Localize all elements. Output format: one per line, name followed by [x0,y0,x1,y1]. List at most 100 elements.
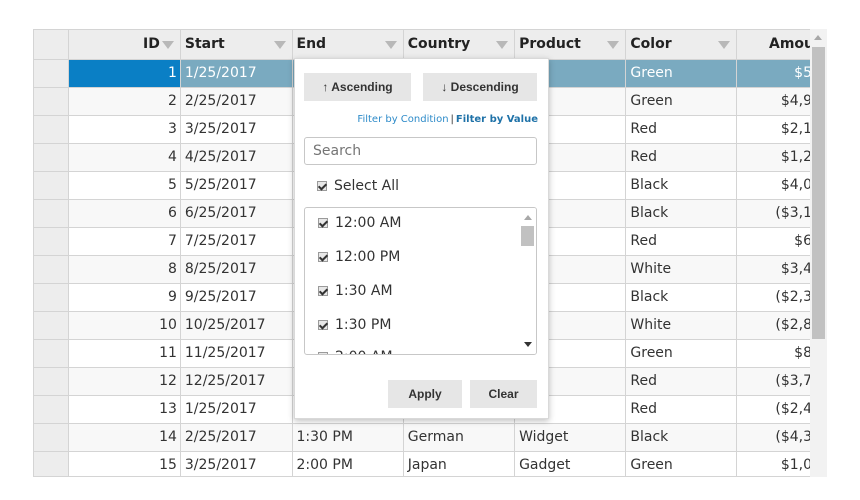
cell-amount[interactable]: $3,4 [736,255,817,284]
column-header-end[interactable]: End [292,30,404,60]
row-header[interactable] [34,339,70,368]
cell-start[interactable]: 9/25/2017 [180,283,293,312]
cell-color[interactable]: Green [625,339,738,368]
row-header[interactable] [34,451,70,476]
filter-values-list[interactable]: 12:00 AM 12:00 PM 1:30 AM 1:30 PM 2:00 A… [304,207,537,355]
apply-button[interactable]: Apply [388,380,462,408]
filter-value-item[interactable]: 12:00 PM [318,249,400,265]
cell-start[interactable]: 3/25/2017 [180,451,293,476]
filter-value-item[interactable]: 12:00 AM [318,215,401,231]
cell-amount[interactable]: $6 [736,227,817,256]
filter-by-value-link[interactable]: Filter by Value [456,114,538,125]
column-header-country[interactable]: Country [403,30,516,60]
cell-amount[interactable]: $2,1 [736,115,817,144]
row-header[interactable] [34,143,70,172]
cell-country[interactable]: Japan [403,451,516,476]
filter-icon[interactable] [273,41,286,49]
cell-amount[interactable]: $4,9 [736,87,817,116]
cell-color[interactable]: Red [625,367,738,396]
cell-start[interactable]: 10/25/2017 [180,311,293,340]
cell-id[interactable]: 8 [68,255,181,284]
filter-icon[interactable] [384,41,397,49]
cell-start[interactable]: 2/25/2017 [180,423,293,452]
checkbox-checked-icon[interactable] [318,320,328,330]
cell-start[interactable]: 1/25/2017 [180,395,293,424]
cell-color[interactable]: White [625,311,738,340]
table-row[interactable]: 14 2/25/2017 1:30 PM German Widget Black ($4,3 [34,423,826,452]
cell-color[interactable]: Black [625,423,738,452]
cell-color[interactable]: Red [625,115,738,144]
row-header[interactable] [34,115,70,144]
cell-end[interactable]: 2:00 PM [292,451,404,476]
checkbox-checked-icon[interactable] [318,218,328,228]
cell-id[interactable]: 10 [68,311,181,340]
filter-value-item[interactable]: 2:00 AM [318,349,393,354]
cell-id[interactable]: 14 [68,423,181,452]
row-header[interactable] [34,171,70,200]
row-header[interactable] [34,255,70,284]
cell-start[interactable]: 3/25/2017 [180,115,293,144]
cell-product[interactable]: Gadget [514,451,627,476]
row-header[interactable] [34,59,70,88]
cell-amount[interactable]: ($3,7 [736,367,817,396]
cell-id[interactable]: 6 [68,199,181,228]
cell-amount[interactable]: $1,0 [736,451,817,476]
row-header[interactable] [34,423,70,452]
cell-start[interactable]: 12/25/2017 [180,367,293,396]
cell-end[interactable]: 1:30 PM [292,423,404,452]
cell-amount[interactable]: ($2,8 [736,311,817,340]
cell-amount[interactable]: ($2,3 [736,283,817,312]
cell-color[interactable]: Red [625,227,738,256]
cell-amount[interactable]: ($4,3 [736,423,817,452]
cell-id[interactable]: 11 [68,339,181,368]
checkbox-checked-icon[interactable] [318,352,328,354]
cell-color[interactable]: Green [625,87,738,116]
cell-id[interactable]: 1 [68,59,181,88]
cell-start[interactable]: 5/25/2017 [180,171,293,200]
column-header-id[interactable]: ID [68,30,181,60]
cell-id[interactable]: 5 [68,171,181,200]
row-header[interactable] [34,367,70,396]
cell-color[interactable]: Red [625,143,738,172]
row-header[interactable] [34,283,70,312]
scroll-down-arrow-icon[interactable] [524,342,532,347]
cell-id[interactable]: 9 [68,283,181,312]
cell-start[interactable]: 1/25/2017 [180,59,293,88]
cell-amount[interactable]: ($3,1 [736,199,817,228]
checkbox-checked-icon[interactable] [318,252,328,262]
cell-amount[interactable]: $8 [736,339,817,368]
cell-color[interactable]: Black [625,171,738,200]
cell-amount[interactable]: ($2,4 [736,395,817,424]
scroll-up-arrow-icon[interactable] [814,35,822,40]
checkbox-checked-icon[interactable] [317,181,327,191]
column-header-color[interactable]: Color [625,30,738,60]
column-header-product[interactable]: Product [514,30,627,60]
filter-icon[interactable] [718,41,731,49]
checkbox-checked-icon[interactable] [318,286,328,296]
cell-start[interactable]: 2/25/2017 [180,87,293,116]
cell-color[interactable]: Red [625,395,738,424]
filter-icon[interactable] [161,41,174,49]
cell-color[interactable]: Green [625,451,738,476]
clear-button[interactable]: Clear [470,380,537,408]
cell-start[interactable]: 11/25/2017 [180,339,293,368]
cell-start[interactable]: 4/25/2017 [180,143,293,172]
grid-vertical-scrollbar[interactable] [810,29,827,477]
scroll-up-arrow-icon[interactable] [524,215,532,220]
list-scrollbar[interactable] [519,208,536,354]
cell-amount[interactable]: $5 [736,59,817,88]
row-header[interactable] [34,395,70,424]
cell-id[interactable]: 2 [68,87,181,116]
row-header[interactable] [34,87,70,116]
filter-icon[interactable] [607,41,620,49]
cell-amount[interactable]: $1,2 [736,143,817,172]
cell-start[interactable]: 7/25/2017 [180,227,293,256]
list-scrollbar-thumb[interactable] [521,226,534,246]
row-header[interactable] [34,199,70,228]
select-all-checkbox[interactable]: Select All [317,178,399,194]
cell-color[interactable]: Green [625,59,738,88]
cell-amount[interactable]: $4,0 [736,171,817,200]
cell-id[interactable]: 7 [68,227,181,256]
table-row[interactable]: 15 3/25/2017 2:00 PM Japan Gadget Green $1,0 [34,451,826,476]
cell-id[interactable]: 12 [68,367,181,396]
